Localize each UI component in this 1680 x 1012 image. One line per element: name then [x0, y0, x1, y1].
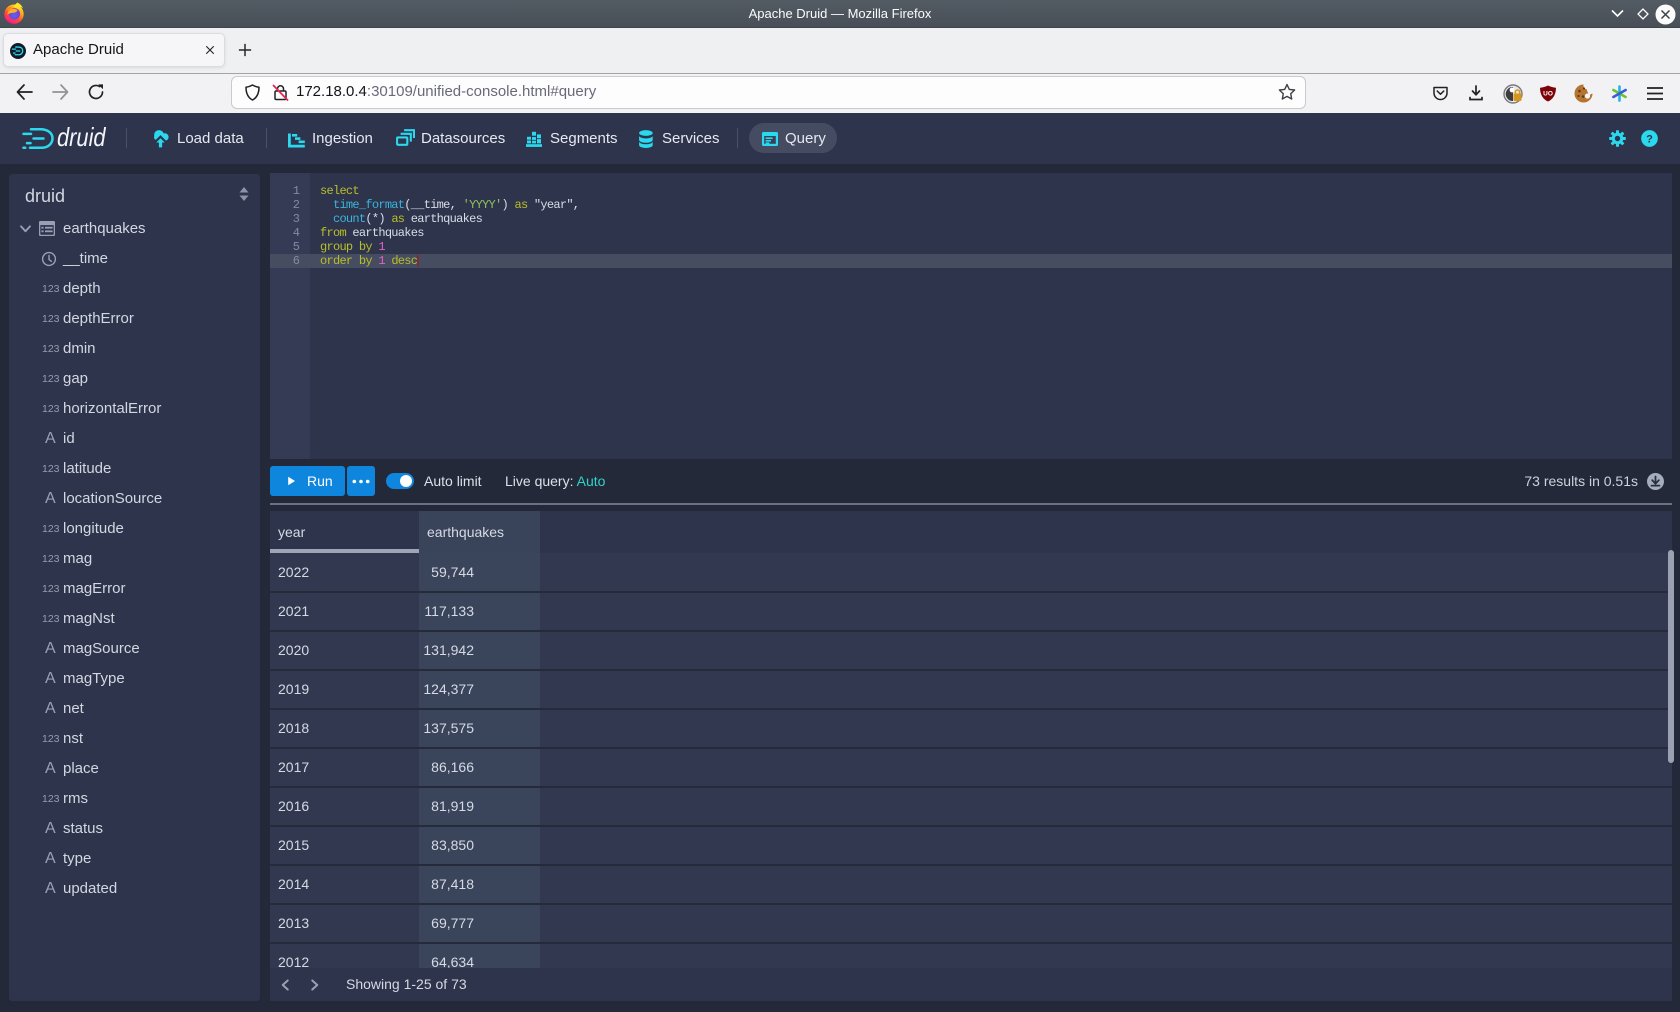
svg-text:?: ? — [1646, 133, 1653, 145]
svg-text:UO: UO — [1543, 91, 1553, 98]
